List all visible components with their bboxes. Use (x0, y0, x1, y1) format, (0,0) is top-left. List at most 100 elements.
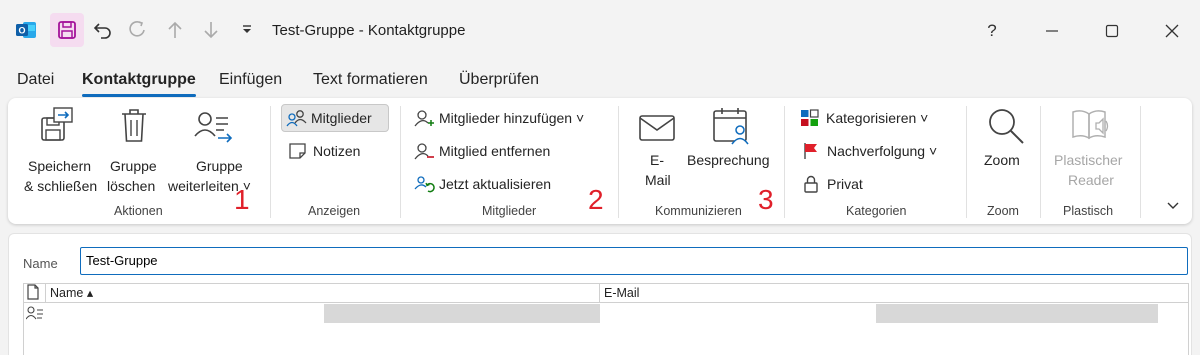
update-now-label: Jetzt aktualisieren (439, 176, 552, 192)
notes-icon (289, 143, 306, 159)
active-tab-indicator (82, 94, 196, 97)
save-close-label-1: Speichern (28, 158, 92, 174)
email-label-2: Mail (645, 172, 671, 188)
save-icon[interactable] (50, 13, 84, 47)
forward-group-icon (194, 110, 234, 149)
save-close-label-2: & schließen (24, 178, 98, 194)
meeting-label: Besprechung (687, 152, 770, 168)
tab-ueberpruefen[interactable]: Überprüfen (459, 71, 539, 89)
forward-group-label-1: Gruppe (196, 158, 243, 174)
categorize-icon (801, 109, 819, 126)
delete-group-button[interactable]: Gruppe löschen (104, 104, 164, 194)
table-header-icon-cell[interactable] (24, 284, 46, 303)
immersive-reader-label-1: Plastischer (1054, 152, 1123, 168)
trash-icon (119, 107, 149, 148)
remove-member-label: Mitglied entfernen (439, 143, 551, 159)
save-close-icon (40, 106, 74, 149)
update-now-button[interactable]: Jetzt aktualisieren (414, 175, 551, 193)
undo-icon[interactable] (90, 13, 116, 47)
collapse-ribbon-icon[interactable] (1166, 198, 1180, 216)
members-view-button[interactable]: Mitglieder (286, 109, 372, 127)
email-button[interactable]: E- Mail (630, 104, 686, 194)
title-bar: O Test-Gruppe - Kontaktgruppe ? (0, 0, 1200, 62)
table-row-placeholder (324, 304, 600, 323)
private-label: Privat (827, 176, 863, 192)
app-icon-letter: O (18, 26, 25, 36)
ribbon: Speichern & schließen Gruppe löschen Gru… (8, 98, 1192, 224)
save-close-button[interactable]: Speichern & schließen (20, 104, 98, 194)
add-members-button[interactable]: Mitglieder hinzufügen ˅ (414, 109, 584, 127)
help-button[interactable]: ? (972, 14, 1012, 48)
group-label-kategorien: Kategorien (846, 204, 907, 218)
categorize-label: Kategorisieren ˅ (826, 110, 929, 126)
separator (784, 106, 785, 218)
mail-icon (638, 114, 676, 147)
remove-member-button[interactable]: Mitglied entfernen (414, 142, 550, 160)
separator (1040, 106, 1041, 218)
annotation-1: 1 (234, 184, 250, 215)
zoom-button[interactable]: Zoom (974, 104, 1034, 194)
immersive-reader-button[interactable]: Plastischer Reader (1048, 104, 1130, 194)
contact-group-form: Name Test-Gruppe Name ▴ E-Mail (8, 233, 1192, 355)
members-view-label: Mitglieder (311, 110, 372, 126)
ribbon-tabs: Datei Kontaktgruppe Einfügen Text format… (0, 66, 1200, 96)
outlook-app-icon: O (14, 13, 38, 47)
private-button[interactable]: Privat (802, 175, 863, 193)
annotation-2: 2 (588, 184, 604, 215)
immersive-reader-label-2: Reader (1068, 172, 1114, 188)
delete-group-label-2: löschen (107, 178, 156, 194)
group-label-aktionen: Aktionen (114, 204, 163, 218)
separator (966, 106, 967, 218)
document-icon (27, 284, 39, 300)
arrow-up-icon[interactable] (162, 13, 188, 47)
customize-toolbar-icon[interactable] (236, 13, 258, 47)
meeting-button[interactable]: Besprechung (684, 104, 776, 194)
name-field[interactable]: Test-Gruppe (80, 247, 1188, 275)
group-label-plastisch: Plastisch (1063, 204, 1114, 218)
email-label-1: E- (650, 152, 664, 168)
tab-text-formatieren[interactable]: Text formatieren (313, 71, 428, 89)
group-label-zoom: Zoom (987, 204, 1019, 218)
notes-button[interactable]: Notizen (288, 142, 360, 160)
separator (1140, 106, 1141, 218)
column-header-email[interactable]: E-Mail (600, 284, 1188, 303)
separator (400, 106, 401, 218)
followup-label: Nachverfolgung ˅ (827, 143, 938, 159)
group-label-kommunizieren: Kommunizieren (655, 204, 742, 218)
group-label-anzeigen: Anzeigen (308, 204, 361, 218)
name-label: Name (23, 256, 58, 271)
separator (618, 106, 619, 218)
remove-member-icon (414, 143, 434, 160)
column-header-name[interactable]: Name ▴ (46, 284, 600, 303)
close-button[interactable] (1152, 14, 1192, 48)
followup-button[interactable]: Nachverfolgung ˅ (802, 142, 937, 160)
maximize-button[interactable] (1092, 14, 1132, 48)
magnifier-icon (986, 106, 1026, 151)
window-title: Test-Gruppe - Kontaktgruppe (272, 22, 466, 39)
forward-group-button[interactable]: Gruppe weiterleiten ˅ (166, 104, 262, 194)
delete-group-label-1: Gruppe (110, 158, 157, 174)
immersive-reader-icon (1070, 108, 1112, 149)
arrow-down-icon[interactable] (198, 13, 224, 47)
lock-icon (804, 175, 818, 193)
separator (270, 106, 271, 218)
members-icon (286, 110, 307, 127)
zoom-label: Zoom (984, 152, 1020, 168)
members-table: Name ▴ E-Mail (23, 283, 1189, 355)
member-row-icon (25, 306, 44, 325)
add-member-icon (414, 110, 434, 127)
tab-datei[interactable]: Datei (17, 71, 54, 89)
redo-icon[interactable] (124, 13, 150, 47)
minimize-button[interactable] (1032, 14, 1072, 48)
group-label-mitglieder: Mitglieder (482, 204, 537, 218)
categorize-button[interactable]: Kategorisieren ˅ (800, 109, 928, 127)
annotation-3: 3 (758, 184, 774, 215)
calendar-meeting-icon (712, 106, 752, 151)
add-members-label: Mitglieder hinzufügen ˅ (439, 110, 585, 126)
tab-einfuegen[interactable]: Einfügen (219, 71, 282, 89)
refresh-members-icon (414, 176, 435, 193)
notes-label: Notizen (313, 143, 361, 159)
tab-kontaktgruppe[interactable]: Kontaktgruppe (82, 71, 196, 89)
table-row-placeholder (876, 304, 1158, 323)
flag-icon (804, 143, 817, 159)
